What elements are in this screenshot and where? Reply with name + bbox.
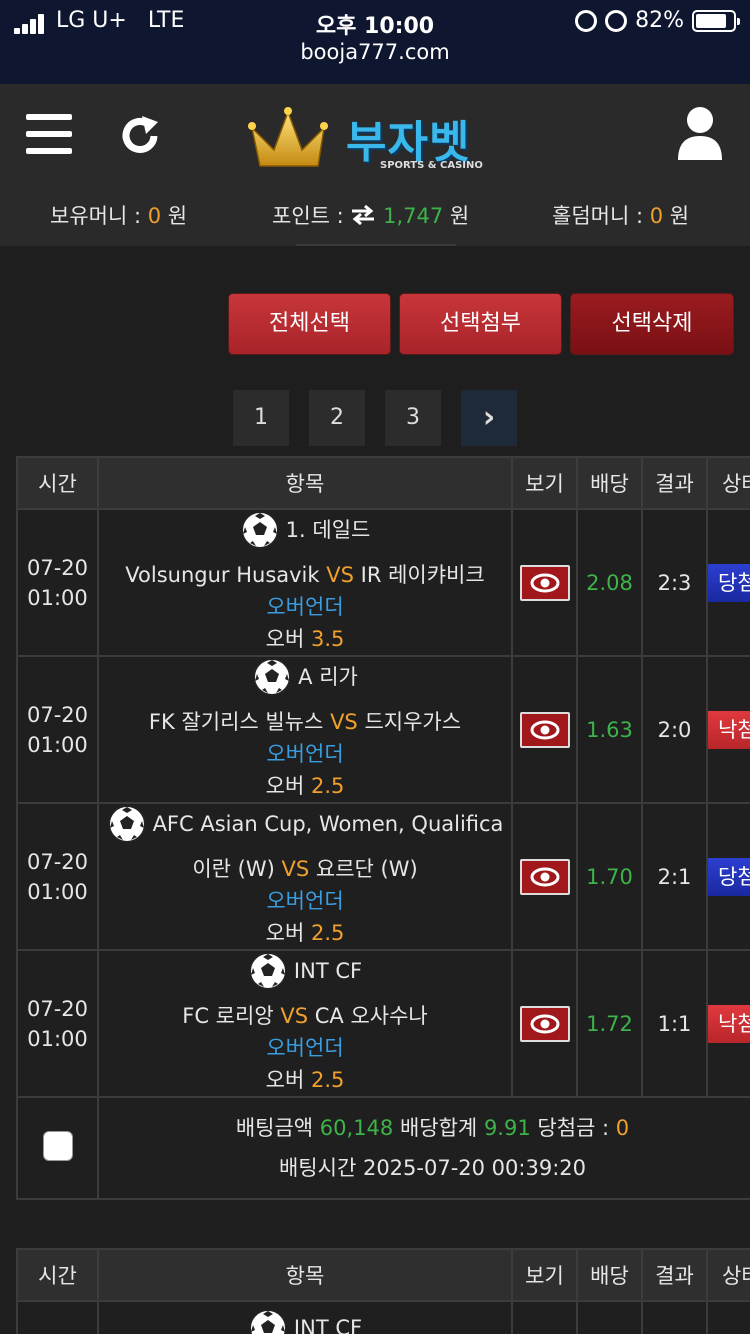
col-odds-header: 배당 bbox=[576, 456, 643, 510]
bet-history-table: 시간 항목 보기 배당 결과 상태 07-2001:00 1. 데일드 Vols… bbox=[16, 456, 750, 1200]
site-logo[interactable]: 부자벳 SPORTS & CASINO bbox=[248, 106, 510, 176]
view-details-button[interactable] bbox=[519, 564, 570, 601]
match-result: 2:0 bbox=[641, 655, 708, 804]
page-1-button[interactable]: 1 bbox=[233, 390, 289, 446]
bet-summary-row: 배팅금액 60,148 배당합계 9.91 당첨금 : 0 배팅시간 2025-… bbox=[16, 1096, 750, 1200]
col-item-header: 항목 bbox=[97, 456, 513, 510]
market-type: 오버언더 bbox=[266, 742, 344, 766]
status-bar: LG U+ LTE 오후 10:00 82% booja777.com bbox=[0, 0, 750, 84]
status-badge: 낙첨 bbox=[709, 710, 750, 749]
table-row: 07-20 01:00 INT CF FC 로리앙 VS CA 오사수나 오버언더… bbox=[16, 949, 750, 1098]
holdem-balance: 홀덤머니 : 0 원 bbox=[552, 204, 690, 228]
status-badge: 당첨 bbox=[709, 563, 750, 602]
col-odds-header: 배당 bbox=[576, 1248, 643, 1302]
col-view-header: 보기 bbox=[511, 1248, 578, 1302]
col-time-header: 시간 bbox=[16, 456, 99, 510]
eye-icon bbox=[530, 867, 559, 886]
odds-value: 1.63 bbox=[576, 655, 643, 804]
money-balance: 보유머니 : 0 원 bbox=[50, 204, 188, 228]
view-details-button[interactable] bbox=[519, 1005, 570, 1042]
url-bar[interactable]: booja777.com bbox=[0, 40, 750, 64]
table-row: 07-20 01:00 1. 데일드 Volsungur Husavik VS I… bbox=[16, 508, 750, 657]
match-info: AFC Asian Cup, Women, Qualifica 이란 (W) V… bbox=[97, 802, 513, 951]
select-all-button[interactable]: 전체선택 bbox=[228, 293, 391, 355]
soccer-ball-icon bbox=[248, 1309, 287, 1334]
bet-time: 07-20 01:00 bbox=[16, 949, 99, 1098]
exchange-icon[interactable] bbox=[350, 204, 376, 226]
eye-icon bbox=[530, 573, 559, 592]
match-info: INT CF FC 로리앙 VS CA 오사수나 오버언더 오버 2.5 bbox=[97, 949, 513, 1098]
site-header: 부자벳 SPORTS & CASINO 보유머니 : 0 원 포인트 : 1,7… bbox=[0, 84, 750, 246]
league-name: A 리가 bbox=[298, 665, 358, 689]
bet-time: 07-20 01:00 bbox=[16, 655, 99, 804]
market-type: 오버언더 bbox=[266, 889, 344, 913]
league-name: INT CF bbox=[293, 959, 363, 983]
eye-icon bbox=[530, 720, 559, 739]
match-info: A 리가 FK 잘기리스 빌뉴스 VS 드지우가스 오버언더 오버 2.5 bbox=[97, 655, 513, 804]
odds-value: 1.72 bbox=[576, 949, 643, 1098]
match-info: 1. 데일드 Volsungur Husavik VS IR 레이캬비크 오버언… bbox=[97, 508, 513, 657]
table-header-row: 시간 항목 보기 배당 결과 상태 bbox=[16, 456, 750, 510]
league-name: AFC Asian Cup, Women, Qualifica bbox=[152, 812, 504, 836]
bet-history-table-2: 시간 항목 보기 배당 결과 상태 INT CF bbox=[16, 1248, 750, 1334]
odds-value: 2.08 bbox=[576, 508, 643, 657]
view-details-button[interactable] bbox=[519, 711, 570, 748]
table-header-row: 시간 항목 보기 배당 결과 상태 bbox=[16, 1248, 750, 1302]
col-status-header: 상태 bbox=[706, 456, 750, 510]
bet-time: 07-20 01:00 bbox=[16, 802, 99, 951]
point-balance: 포인트 : 1,747 원 bbox=[272, 204, 470, 228]
bet-time: 07-20 01:00 bbox=[16, 508, 99, 657]
delete-selected-button[interactable]: 선택삭제 bbox=[570, 293, 734, 355]
eye-icon bbox=[530, 1014, 559, 1033]
match-result: 2:1 bbox=[641, 802, 708, 951]
table-row: 07-20 01:00 AFC Asian Cup, Women, Qualifi… bbox=[16, 802, 750, 951]
table-row: 07-20 01:00 A 리가 FK 잘기리스 빌뉴스 VS 드지우가스 오버언… bbox=[16, 655, 750, 804]
market-type: 오버언더 bbox=[266, 1036, 344, 1060]
user-icon[interactable] bbox=[676, 106, 724, 160]
battery-icon bbox=[692, 9, 740, 32]
match-info: INT CF bbox=[97, 1300, 513, 1334]
col-view-header: 보기 bbox=[511, 456, 578, 510]
refresh-icon[interactable] bbox=[118, 114, 162, 158]
attach-selected-button[interactable]: 선택첨부 bbox=[399, 293, 562, 355]
col-result-header: 결과 bbox=[641, 456, 708, 510]
header-divider bbox=[296, 240, 456, 246]
balance-bar: 보유머니 : 0 원 포인트 : 1,747 원 홀덤머니 : 0 원 bbox=[0, 196, 750, 232]
table-row: INT CF bbox=[16, 1300, 750, 1334]
select-bet-checkbox[interactable] bbox=[42, 1130, 73, 1161]
col-item-header: 항목 bbox=[97, 1248, 513, 1302]
battery-percent: 82% bbox=[635, 8, 684, 33]
col-status-header: 상태 bbox=[706, 1248, 750, 1302]
page-2-button[interactable]: 2 bbox=[309, 390, 365, 446]
status-badge: 당첨 bbox=[709, 857, 750, 896]
soccer-ball-icon bbox=[253, 658, 292, 696]
match-result: 1:1 bbox=[641, 949, 708, 1098]
match-result: 2:3 bbox=[641, 508, 708, 657]
league-name: 1. 데일드 bbox=[285, 518, 371, 542]
col-result-header: 결과 bbox=[641, 1248, 708, 1302]
soccer-ball-icon bbox=[248, 952, 287, 990]
soccer-ball-icon bbox=[107, 805, 146, 843]
next-page-button[interactable]: › bbox=[461, 390, 517, 446]
status-badge: 낙첨 bbox=[709, 1004, 750, 1043]
col-time-header: 시간 bbox=[16, 1248, 99, 1302]
market-type: 오버언더 bbox=[266, 595, 344, 619]
page-3-button[interactable]: 3 bbox=[385, 390, 441, 446]
menu-icon[interactable] bbox=[26, 114, 74, 154]
alarm-icon bbox=[605, 9, 628, 32]
bet-summary: 배팅금액 60,148 배당합계 9.91 당첨금 : 0 배팅시간 2025-… bbox=[97, 1096, 750, 1200]
odds-value: 1.70 bbox=[576, 802, 643, 951]
logo-subtext: SPORTS & CASINO bbox=[380, 160, 483, 171]
view-details-button[interactable] bbox=[519, 858, 570, 895]
rotation-lock-icon bbox=[575, 9, 598, 32]
league-name: INT CF bbox=[293, 1316, 363, 1334]
soccer-ball-icon bbox=[240, 511, 279, 549]
